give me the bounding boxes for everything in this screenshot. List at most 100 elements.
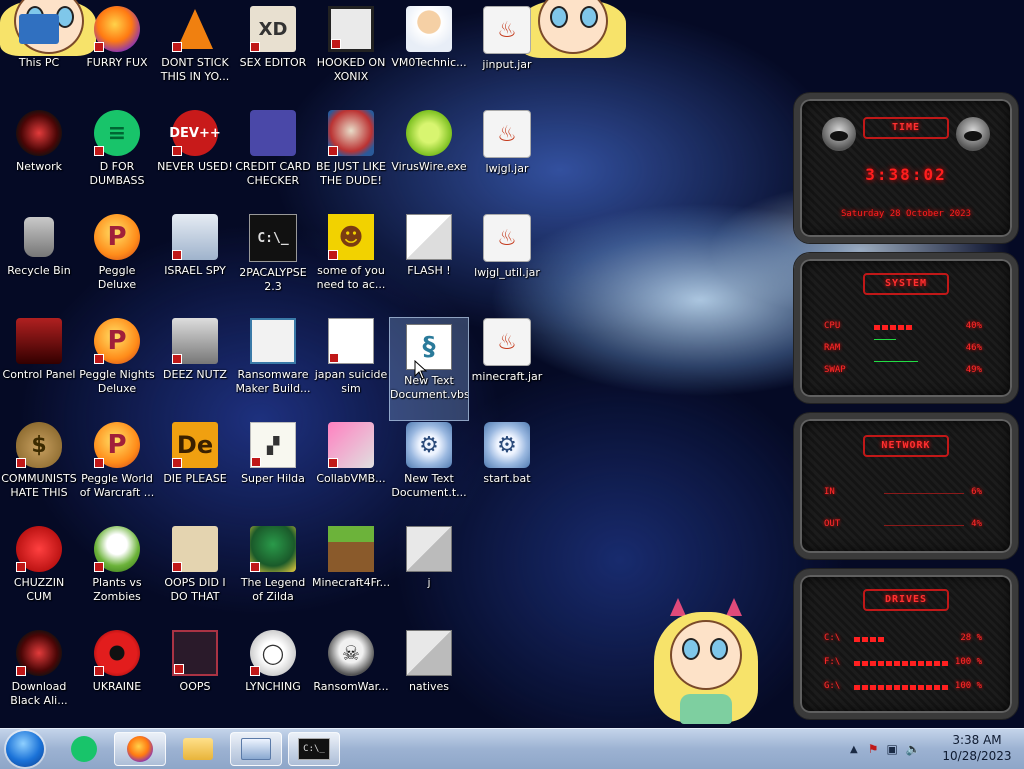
desktop-icon-minecraft4fr[interactable]: Minecraft4Fr...	[312, 520, 390, 622]
desktop-icon-hooked-on-xonix[interactable]: HOOKED ON XONIX	[312, 0, 390, 102]
desktop-icon-furry-fux[interactable]: FURRY FUX	[78, 0, 156, 102]
desktop-icon-communists[interactable]: $ COMMUNISTS HATE THIS G...	[0, 416, 78, 518]
desktop-icon-j[interactable]: j	[390, 520, 468, 622]
system-monitor-widget: TIME 3:38:02 Saturday 28 October 2023 SY…	[794, 93, 1018, 721]
oops-app-icon	[172, 630, 218, 676]
desktop-icon-new-text-document-vbs[interactable]: § New Text Document.vbs	[389, 317, 469, 421]
desktop-icon-natives[interactable]: natives	[390, 624, 468, 726]
desktop-icon-collabvm[interactable]: CollabVMB...	[312, 416, 390, 518]
alien-head-icon	[822, 117, 856, 151]
desktop-icon-israel-spy[interactable]: ISRAEL SPY	[156, 208, 234, 310]
swap-row: SWAP 49%	[824, 361, 982, 379]
desktop-icon-legend-of-zilda[interactable]: The Legend of Zilda	[234, 520, 312, 622]
peggle-icon: P	[94, 422, 140, 468]
desktop-icon-be-just-like-the-dude[interactable]: BE JUST LIKE THE DUDE!	[312, 104, 390, 206]
star-butterfly-character	[650, 598, 762, 728]
drive-g-bar	[854, 685, 950, 690]
taskbar-app-cmd[interactable]: C:\_	[288, 732, 340, 766]
window-app-icon	[241, 738, 271, 760]
icon-label: New Text Document.t...	[391, 472, 467, 499]
desktop-icon-start-bat[interactable]: ⚙ start.bat	[468, 416, 546, 518]
desktop-icon-2pacalypse[interactable]: C:\_ 2PACALYPSE 2.3	[234, 208, 312, 310]
icon-label: DONT STICK THIS IN YO...	[160, 56, 230, 83]
desktop-icon-lynching[interactable]: ◯ LYNCHING	[234, 624, 312, 726]
skull-icon: ☠	[328, 630, 374, 676]
icon-label: 2PACALYPSE 2.3	[239, 266, 307, 293]
icon-label: BE JUST LIKE THE DUDE!	[315, 160, 387, 187]
santa-icon	[328, 110, 374, 156]
desktop-icon-minecraft-jar[interactable]: ♨ minecraft.jar	[468, 312, 546, 414]
volume-icon[interactable]: 🔈	[906, 742, 921, 756]
java-icon: ♨	[483, 6, 531, 54]
desktop-icon-sex-editor[interactable]: XD SEX EDITOR	[234, 0, 312, 102]
java-icon: ♨	[483, 318, 531, 366]
desktop-icon-dont-stick[interactable]: DONT STICK THIS IN YO...	[156, 0, 234, 102]
desktop-icon-peggle-deluxe[interactable]: P Peggle Deluxe	[78, 208, 156, 310]
folder-icon	[183, 738, 213, 760]
start-button[interactable]	[6, 731, 44, 767]
network-spy-icon	[172, 214, 218, 260]
taskbar-app-monitor[interactable]	[230, 732, 282, 766]
chuzzle-icon	[16, 526, 62, 572]
taskbar: C:\_ ▲ ⚑ ▣ 🔈 3:38 AM 10/28/2023	[0, 728, 1024, 769]
desktop-icon-die-please[interactable]: De DIE PLEASE	[156, 416, 234, 518]
desktop-icon-ransomware-maker[interactable]: Ransomware Maker Build...	[234, 312, 312, 414]
taskbar-app-explorer[interactable]	[172, 732, 224, 766]
file-icon	[406, 526, 452, 572]
desktop-icon-lwjgl-jar[interactable]: ♨ lwjgl.jar	[468, 104, 546, 206]
desktop-icon-credit-card-checker[interactable]: CREDIT CARD CHECKER	[234, 104, 312, 206]
icon-label: Download Black Ali...	[10, 680, 68, 707]
taskbar-app-green[interactable]	[58, 732, 110, 766]
desktop-icon-some-of-you[interactable]: ☻ some of you need to ac...	[312, 208, 390, 310]
desktop-icon-lwjgl-util-jar[interactable]: ♨ lwjgl_util.jar	[468, 208, 546, 310]
desktop-icon-plants-vs-zombies[interactable]: Plants vs Zombies	[78, 520, 156, 622]
network-tray-icon[interactable]: ▣	[886, 742, 897, 756]
desktop-icon-this-pc[interactable]: This PC	[0, 0, 78, 102]
gear-file-icon: ⚙	[484, 422, 530, 468]
taskbar-time: 3:38 AM	[952, 733, 1002, 747]
desktop-icon-peggle-wow[interactable]: P Peggle World of Warcraft ...	[78, 416, 156, 518]
taskbar-clock[interactable]: 3:38 AM 10/28/2023	[942, 732, 1012, 764]
drive-g-row: G:\ 100 %	[824, 681, 982, 691]
script-file-icon: §	[406, 324, 452, 370]
desktop-icon-peggle-nights[interactable]: P Peggle Nights Deluxe	[78, 312, 156, 414]
desktop-icon-flash[interactable]: FLASH !	[390, 208, 468, 310]
desktop-icon-jinput-jar[interactable]: ♨ jinput.jar	[468, 0, 546, 102]
icon-label: The Legend of Zilda	[240, 576, 306, 603]
desktop-icon-ukraine[interactable]: UKRAINE	[78, 624, 156, 726]
desktop-icon-ransomwar[interactable]: ☠ RansomWar...	[312, 624, 390, 726]
swap-bar	[874, 361, 918, 362]
firefox-icon	[127, 736, 153, 762]
desktop-icon-control-panel[interactable]: Control Panel	[0, 312, 78, 414]
desktop-icon-recycle-bin[interactable]: Recycle Bin	[0, 208, 78, 310]
desktop-icon-deez-nutz[interactable]: DEEZ NUTZ	[156, 312, 234, 414]
action-center-flag-icon[interactable]: ⚑	[868, 742, 879, 756]
desktop-icon-vm0technic[interactable]: VM0Technic...	[390, 0, 468, 102]
desktop-icon-never-used[interactable]: DEV++ NEVER USED!	[156, 104, 234, 206]
hxd-icon: XD	[250, 6, 296, 52]
icon-label: SEX EDITOR	[239, 56, 307, 69]
desktop-icon-super-hilda[interactable]: ▞ Super Hilda	[234, 416, 312, 518]
network-in-row: IN 6%	[824, 487, 982, 497]
icon-label: FURRY FUX	[86, 56, 148, 69]
icon-label: j	[427, 576, 431, 589]
desktop-icon-viruswire[interactable]: VirusWire.exe	[390, 104, 468, 206]
desktop-icon-japan-suicide-sim[interactable]: japan suicide sim	[312, 312, 390, 414]
desktop-icon-download-black[interactable]: Download Black Ali...	[0, 624, 78, 726]
monitor-icon	[328, 422, 374, 468]
desktop-icon-chuzzin[interactable]: CHUZZIN CUM	[0, 520, 78, 622]
desktop-icon-d-for-dumbass[interactable]: ≡ D FOR DUMBASS	[78, 104, 156, 206]
taskbar-app-firefox[interactable]	[114, 732, 166, 766]
show-hidden-icons-icon[interactable]: ▲	[850, 744, 858, 755]
alien-icon	[16, 630, 62, 676]
desktop-icon-new-text-document-t[interactable]: ⚙ New Text Document.t...	[390, 416, 468, 518]
desktop-icon-oops-did-i[interactable]: OOPS DID I DO THAT	[156, 520, 234, 622]
drives-title: DRIVES	[863, 589, 949, 611]
icon-label: CREDIT CARD CHECKER	[235, 160, 311, 187]
icon-label: DIE PLEASE	[163, 472, 227, 485]
icon-label: COMMUNISTS HATE THIS G...	[1, 472, 77, 499]
drive-f-bar	[854, 661, 950, 666]
mouse-cursor-icon	[414, 360, 428, 380]
desktop-icon-oops[interactable]: OOPS	[156, 624, 234, 726]
desktop-icon-network[interactable]: Network	[0, 104, 78, 206]
